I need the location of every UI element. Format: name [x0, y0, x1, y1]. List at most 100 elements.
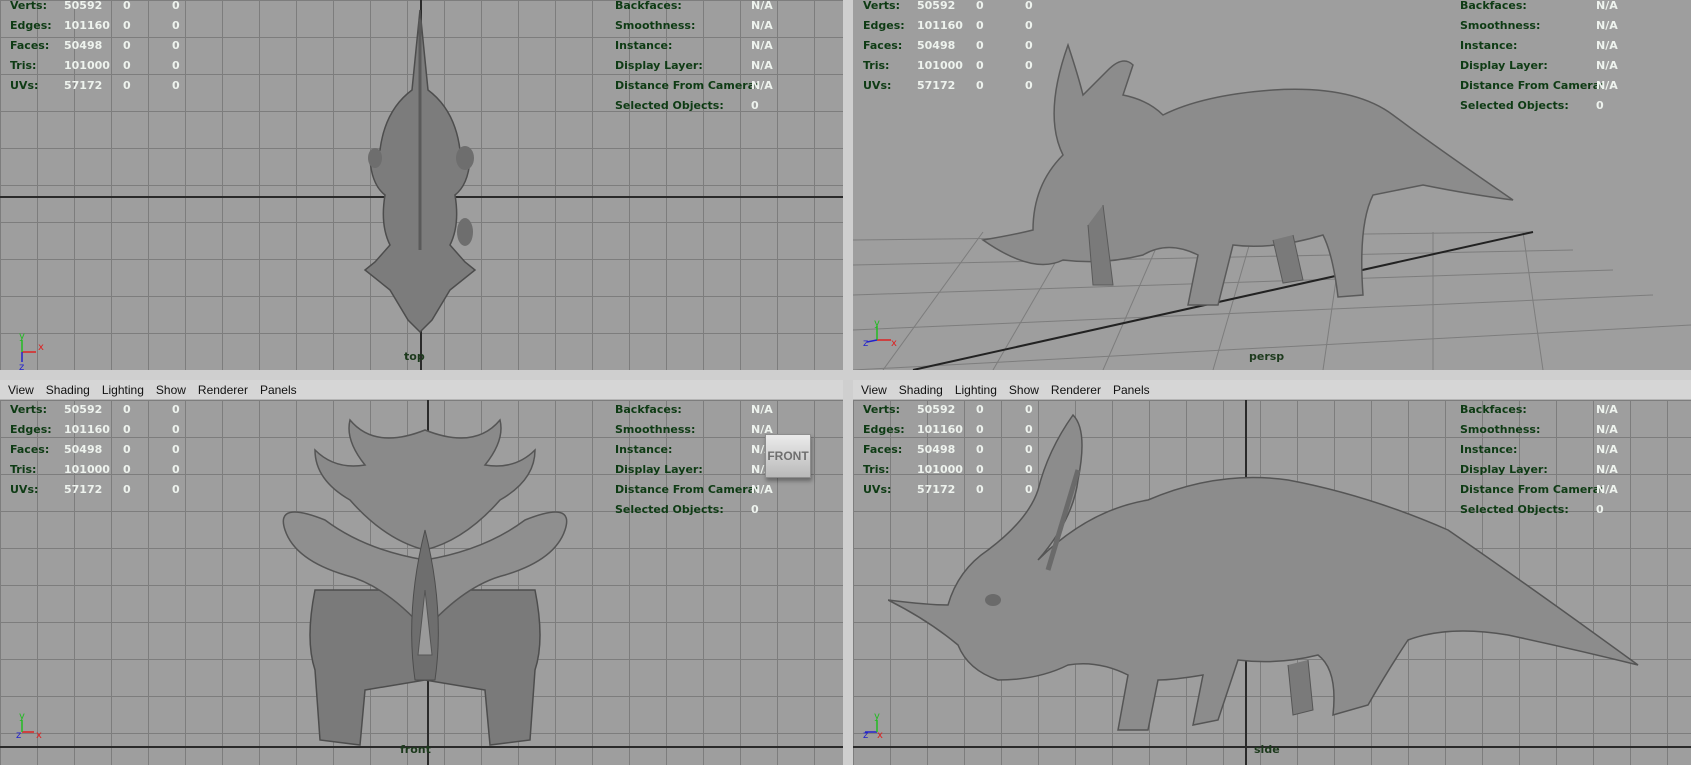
menu-renderer[interactable]: Renderer: [1045, 383, 1107, 397]
hud-value: 0: [123, 0, 131, 12]
hud-value: N/A: [1596, 463, 1618, 476]
hud-label: Backfaces:: [1460, 403, 1527, 416]
viewport-persp[interactable]: Verts: 50592 0 0 Edges: 101160 0 0 Faces: 50498…: [853, 0, 1691, 370]
hud-poly-stats: Verts: 50592 0 0 Edges: 101160 0 0 Faces: 50498…: [10, 0, 202, 96]
hud-value: 0: [172, 403, 180, 416]
axis-label-x: x: [891, 338, 897, 349]
hud-value: 0: [123, 463, 131, 476]
hud-value: N/A: [1596, 483, 1618, 496]
hud-poly-stats: Verts: 50592 0 0 Edges: 101160 0 0 Faces: 50498…: [863, 0, 1055, 96]
hud-label: Backfaces:: [615, 0, 682, 12]
hud-value: N/A: [1596, 443, 1618, 456]
panel-menubar: View Shading Lighting Show Renderer Pane…: [0, 380, 843, 400]
hud-row-backfaces: Backfaces: N/A: [1460, 400, 1636, 420]
menu-panels[interactable]: Panels: [254, 383, 303, 397]
menu-view[interactable]: View: [2, 383, 40, 397]
camera-label-top: top: [404, 350, 425, 363]
menu-lighting[interactable]: Lighting: [949, 383, 1003, 397]
hud-row-distance: Distance From Camera: N/A: [615, 480, 791, 500]
hud-row-backfaces: Backfaces: N/A: [615, 0, 791, 16]
hud-value: 0: [123, 443, 131, 456]
hud-row-edges: Edges: 101160 0 0: [10, 420, 202, 440]
hud-value: 0: [172, 483, 180, 496]
hud-value: 57172: [917, 483, 956, 496]
axis-label-z: z: [16, 730, 21, 741]
hud-row-faces: Faces: 50498 0 0: [10, 36, 202, 56]
hud-value: 0: [976, 483, 984, 496]
hud-value: 50498: [917, 443, 956, 456]
hud-row-tris: Tris: 101000 0 0: [10, 56, 202, 76]
hud-value: 0: [976, 463, 984, 476]
hud-value: 0: [123, 19, 131, 32]
hud-value: 50498: [64, 443, 103, 456]
menu-show[interactable]: Show: [1003, 383, 1045, 397]
hud-row-selected: Selected Objects: 0: [1460, 96, 1636, 116]
hud-value: N/A: [1596, 39, 1618, 52]
hud-object-details: Backfaces: N/A Smoothness: N/A Instance: N/…: [1460, 0, 1636, 116]
hud-label: Distance From Camera:: [1460, 483, 1605, 496]
hud-value: 0: [976, 443, 984, 456]
hud-value: 101160: [917, 19, 963, 32]
menu-view[interactable]: View: [855, 383, 893, 397]
hud-value: 0: [1025, 443, 1033, 456]
hud-label: Verts:: [863, 403, 901, 416]
menu-lighting[interactable]: Lighting: [96, 383, 150, 397]
hud-value: 0: [123, 403, 131, 416]
viewport-side[interactable]: View Shading Lighting Show Renderer Pane…: [853, 380, 1691, 765]
hud-label: Backfaces:: [615, 403, 682, 416]
hud-row-backfaces: Backfaces: N/A: [1460, 0, 1636, 16]
hud-label: Smoothness:: [615, 19, 696, 32]
hud-value: 101160: [917, 423, 963, 436]
menu-panels[interactable]: Panels: [1107, 383, 1156, 397]
hud-row-instance: Instance: N/A: [615, 36, 791, 56]
hud-label: Display Layer:: [1460, 463, 1548, 476]
hud-label: Smoothness:: [1460, 423, 1541, 436]
hud-row-backfaces: Backfaces: N/A: [615, 400, 791, 420]
hud-label: Instance:: [1460, 443, 1518, 456]
hud-value: 50592: [64, 0, 103, 12]
viewcube-front[interactable]: FRONT: [765, 434, 811, 478]
viewport-front[interactable]: View Shading Lighting Show Renderer Pane…: [0, 380, 843, 765]
hud-value: 0: [1025, 423, 1033, 436]
menu-shading[interactable]: Shading: [893, 383, 949, 397]
viewport-top[interactable]: Verts: 50592 0 0 Edges: 101160 0 0 Faces: 50498…: [0, 0, 843, 370]
hud-label: UVs:: [863, 79, 892, 92]
hud-label: Display Layer:: [1460, 59, 1548, 72]
hud-row-uvs: UVs: 57172 0 0: [863, 76, 1055, 96]
hud-value: 0: [172, 463, 180, 476]
hud-value: N/A: [1596, 403, 1618, 416]
hud-row-verts: Verts: 50592 0 0: [10, 400, 202, 420]
menu-shading[interactable]: Shading: [40, 383, 96, 397]
hud-row-selected: Selected Objects: 0: [615, 96, 791, 116]
hud-value: 50498: [64, 39, 103, 52]
camera-label-front: front: [400, 743, 431, 756]
menu-renderer[interactable]: Renderer: [192, 383, 254, 397]
hud-row-faces: Faces: 50498 0 0: [863, 36, 1055, 56]
hud-value: 0: [1025, 403, 1033, 416]
hud-label: Distance From Camera:: [615, 483, 760, 496]
hud-label: Faces:: [10, 443, 50, 456]
hud-value: 0: [976, 39, 984, 52]
hud-value: 0: [172, 19, 180, 32]
hud-value: N/A: [1596, 423, 1618, 436]
hud-label: Edges:: [10, 19, 52, 32]
hud-row-display-layer: Display Layer: N/A: [1460, 56, 1636, 76]
hud-label: Verts:: [10, 403, 48, 416]
hud-value: 0: [1025, 19, 1033, 32]
hud-value: 0: [976, 59, 984, 72]
axis-label-x: x: [36, 730, 42, 741]
hud-value: 0: [123, 423, 131, 436]
axis-gizmo: x y z: [19, 331, 44, 370]
hud-value: N/A: [751, 483, 773, 496]
hud-value: 0: [172, 443, 180, 456]
hud-row-selected: Selected Objects: 0: [1460, 500, 1636, 520]
dinosaur-model-front[interactable]: [275, 410, 575, 755]
hud-value: 0: [751, 99, 759, 112]
hud-row-tris: Tris: 101000 0 0: [863, 56, 1055, 76]
menu-show[interactable]: Show: [150, 383, 192, 397]
hud-value: N/A: [751, 39, 773, 52]
hud-value: 50592: [917, 0, 956, 12]
hud-row-smoothness: Smoothness: N/A: [615, 16, 791, 36]
dinosaur-model-top[interactable]: [350, 0, 490, 340]
axis-label-y: y: [19, 711, 25, 722]
